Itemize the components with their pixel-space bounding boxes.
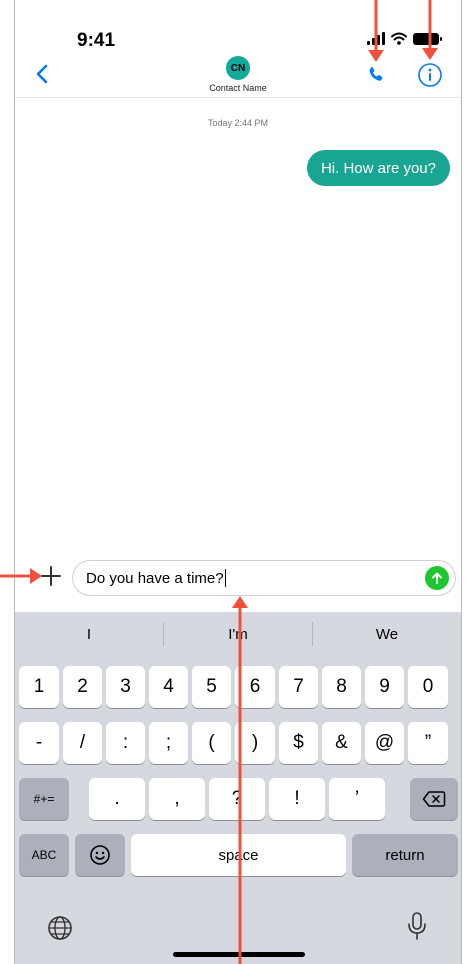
suggestion-item[interactable]: I [15, 626, 163, 643]
send-button[interactable] [425, 566, 449, 590]
key-ampersand[interactable]: & [322, 722, 361, 764]
key-question[interactable]: ? [209, 778, 265, 820]
key-at[interactable]: @ [365, 722, 404, 764]
key-period[interactable]: . [89, 778, 145, 820]
signal-icon [367, 32, 385, 45]
key-comma[interactable]: , [149, 778, 205, 820]
phone-screen: 9:41 CN Contact Name Today 2:44 PM Hi. H… [14, 0, 462, 964]
key-7[interactable]: 7 [279, 666, 318, 708]
home-indicator[interactable] [173, 952, 305, 957]
conversation-header: CN Contact Name [15, 52, 461, 98]
delete-icon [422, 791, 446, 807]
symbols-key[interactable]: #+= [19, 778, 69, 820]
delete-key[interactable] [410, 778, 458, 820]
message-input[interactable]: Do you have a time? [72, 560, 456, 596]
key-open-paren[interactable]: ( [192, 722, 231, 764]
outgoing-message-bubble[interactable]: Hi. How are you? [306, 150, 450, 186]
key-semicolon[interactable]: ; [149, 722, 188, 764]
avatar[interactable]: CN [226, 56, 250, 80]
microphone-icon[interactable] [405, 910, 429, 942]
suggestion-item[interactable]: We [313, 626, 461, 643]
key-0[interactable]: 0 [408, 666, 448, 708]
key-4[interactable]: 4 [149, 666, 188, 708]
status-time: 9:41 [77, 30, 116, 51]
key-quote[interactable]: ” [408, 722, 448, 764]
key-apostrophe[interactable]: ’ [329, 778, 385, 820]
contact-name[interactable]: Contact Name [15, 83, 461, 93]
info-icon[interactable] [417, 62, 443, 88]
status-icons [367, 32, 442, 45]
emoji-icon [90, 845, 110, 865]
wifi-icon [391, 32, 407, 45]
key-hyphen[interactable]: - [19, 722, 59, 764]
suggestion-item[interactable]: I'm [164, 626, 312, 643]
globe-icon[interactable] [45, 913, 75, 943]
key-close-paren[interactable]: ) [235, 722, 275, 764]
key-2[interactable]: 2 [63, 666, 102, 708]
return-key[interactable]: return [352, 834, 458, 876]
plus-icon[interactable] [39, 564, 63, 588]
key-6[interactable]: 6 [235, 666, 275, 708]
key-9[interactable]: 9 [365, 666, 404, 708]
phone-icon[interactable] [365, 64, 387, 86]
key-3[interactable]: 3 [106, 666, 145, 708]
keyboard: I I'm We 1 2 3 4 5 6 7 8 9 0 - / : ; ( )… [15, 612, 461, 964]
key-1[interactable]: 1 [19, 666, 59, 708]
battery-icon [413, 32, 442, 45]
key-colon[interactable]: : [106, 722, 145, 764]
key-8[interactable]: 8 [322, 666, 361, 708]
predictive-bar: I I'm We [15, 612, 461, 656]
key-exclamation[interactable]: ! [269, 778, 325, 820]
key-slash[interactable]: / [63, 722, 102, 764]
key-5[interactable]: 5 [192, 666, 231, 708]
space-key[interactable]: space [131, 834, 346, 876]
message-timestamp: Today 2:44 PM [207, 118, 269, 128]
message-input-text: Do you have a time? [86, 569, 224, 587]
emoji-key[interactable] [75, 834, 125, 876]
abc-key[interactable]: ABC [19, 834, 69, 876]
key-dollar[interactable]: $ [279, 722, 318, 764]
text-cursor [224, 569, 227, 587]
send-arrow-icon [432, 572, 442, 584]
